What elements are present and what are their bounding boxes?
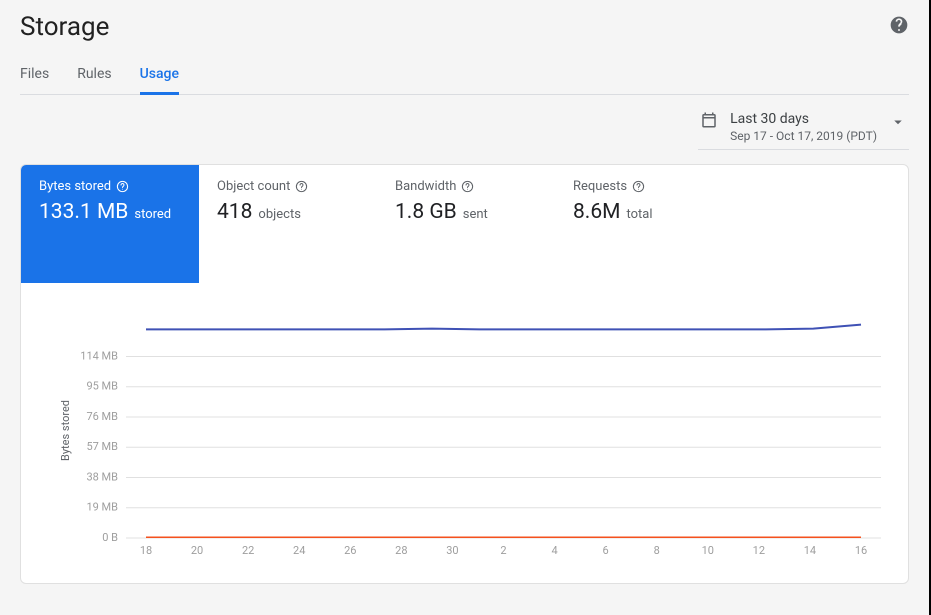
svg-text:10: 10 (702, 544, 714, 557)
svg-text:8: 8 (654, 544, 660, 557)
svg-text:24: 24 (293, 544, 305, 557)
tab-usage[interactable]: Usage (140, 58, 179, 95)
svg-text:12: 12 (753, 544, 765, 557)
svg-text:18: 18 (140, 544, 152, 557)
metric-tile-bytes-stored[interactable]: Bytes stored 133.1 MB stored (21, 165, 199, 283)
help-hint-icon (461, 180, 474, 193)
svg-text:38 MB: 38 MB (86, 470, 118, 483)
metric-unit: total (626, 207, 652, 222)
svg-text:0 B: 0 B (102, 531, 118, 544)
svg-text:20: 20 (191, 544, 203, 557)
svg-text:6: 6 (603, 544, 609, 557)
svg-text:22: 22 (242, 544, 254, 557)
svg-text:Bytes stored: Bytes stored (59, 400, 72, 461)
help-hint-icon (295, 180, 308, 193)
svg-text:95 MB: 95 MB (86, 380, 118, 393)
metric-unit: objects (258, 207, 301, 222)
svg-text:28: 28 (395, 544, 407, 557)
help-hint-icon (116, 180, 129, 193)
svg-text:4: 4 (551, 544, 557, 557)
metrics-row: Bytes stored 133.1 MB stored Object count 41… (21, 165, 908, 283)
tabs: Files Rules Usage (20, 58, 909, 95)
metric-label: Bytes stored (39, 179, 111, 194)
metric-unit: sent (463, 207, 488, 222)
metric-tile-object-count[interactable]: Object count 418 objects (199, 165, 377, 283)
svg-text:16: 16 (855, 544, 867, 557)
svg-text:26: 26 (344, 544, 356, 557)
svg-text:19 MB: 19 MB (86, 501, 118, 514)
date-range-sub: Sep 17 - Oct 17, 2019 (PDT) (730, 129, 877, 143)
metric-tile-requests[interactable]: Requests 8.6M total (555, 165, 733, 283)
svg-text:30: 30 (446, 544, 458, 557)
dropdown-icon (889, 111, 907, 135)
tab-rules[interactable]: Rules (77, 58, 111, 95)
date-range-label: Last 30 days (730, 111, 877, 127)
usage-card: Bytes stored133.1 MBstoredObject count41… (20, 164, 909, 584)
svg-text:2: 2 (500, 544, 506, 557)
chart-area: 0 B 19 MB 38 MB 57 MB 76 MB 95 MB 114 MB Bytes … (21, 283, 908, 583)
help-hint-icon (632, 180, 645, 193)
metric-tile-bandwidth[interactable]: Bandwidth 1.8 GB sent (377, 165, 555, 283)
page-title: Storage (20, 12, 109, 42)
metric-value: 8.6M (573, 200, 620, 224)
metric-label: Requests (573, 179, 627, 194)
svg-text:76 MB: 76 MB (86, 410, 118, 423)
date-range-picker[interactable]: Last 30 days Sep 17 - Oct 17, 2019 (PDT) (698, 109, 909, 150)
metric-value: 133.1 MB (39, 200, 128, 224)
svg-text:114 MB: 114 MB (80, 349, 118, 362)
metric-label: Object count (217, 179, 290, 194)
bytes-stored-chart: 0 B 19 MB 38 MB 57 MB 76 MB 95 MB 114 MB Bytes … (51, 313, 891, 563)
help-icon[interactable] (889, 15, 909, 39)
svg-text:57 MB: 57 MB (86, 440, 118, 453)
metric-label: Bandwidth (395, 179, 456, 194)
calendar-icon (700, 111, 718, 133)
svg-text:14: 14 (804, 544, 816, 557)
tab-files[interactable]: Files (20, 58, 49, 95)
metric-unit: stored (134, 207, 171, 222)
metric-value: 1.8 GB (395, 200, 457, 224)
metric-value: 418 (217, 200, 252, 224)
